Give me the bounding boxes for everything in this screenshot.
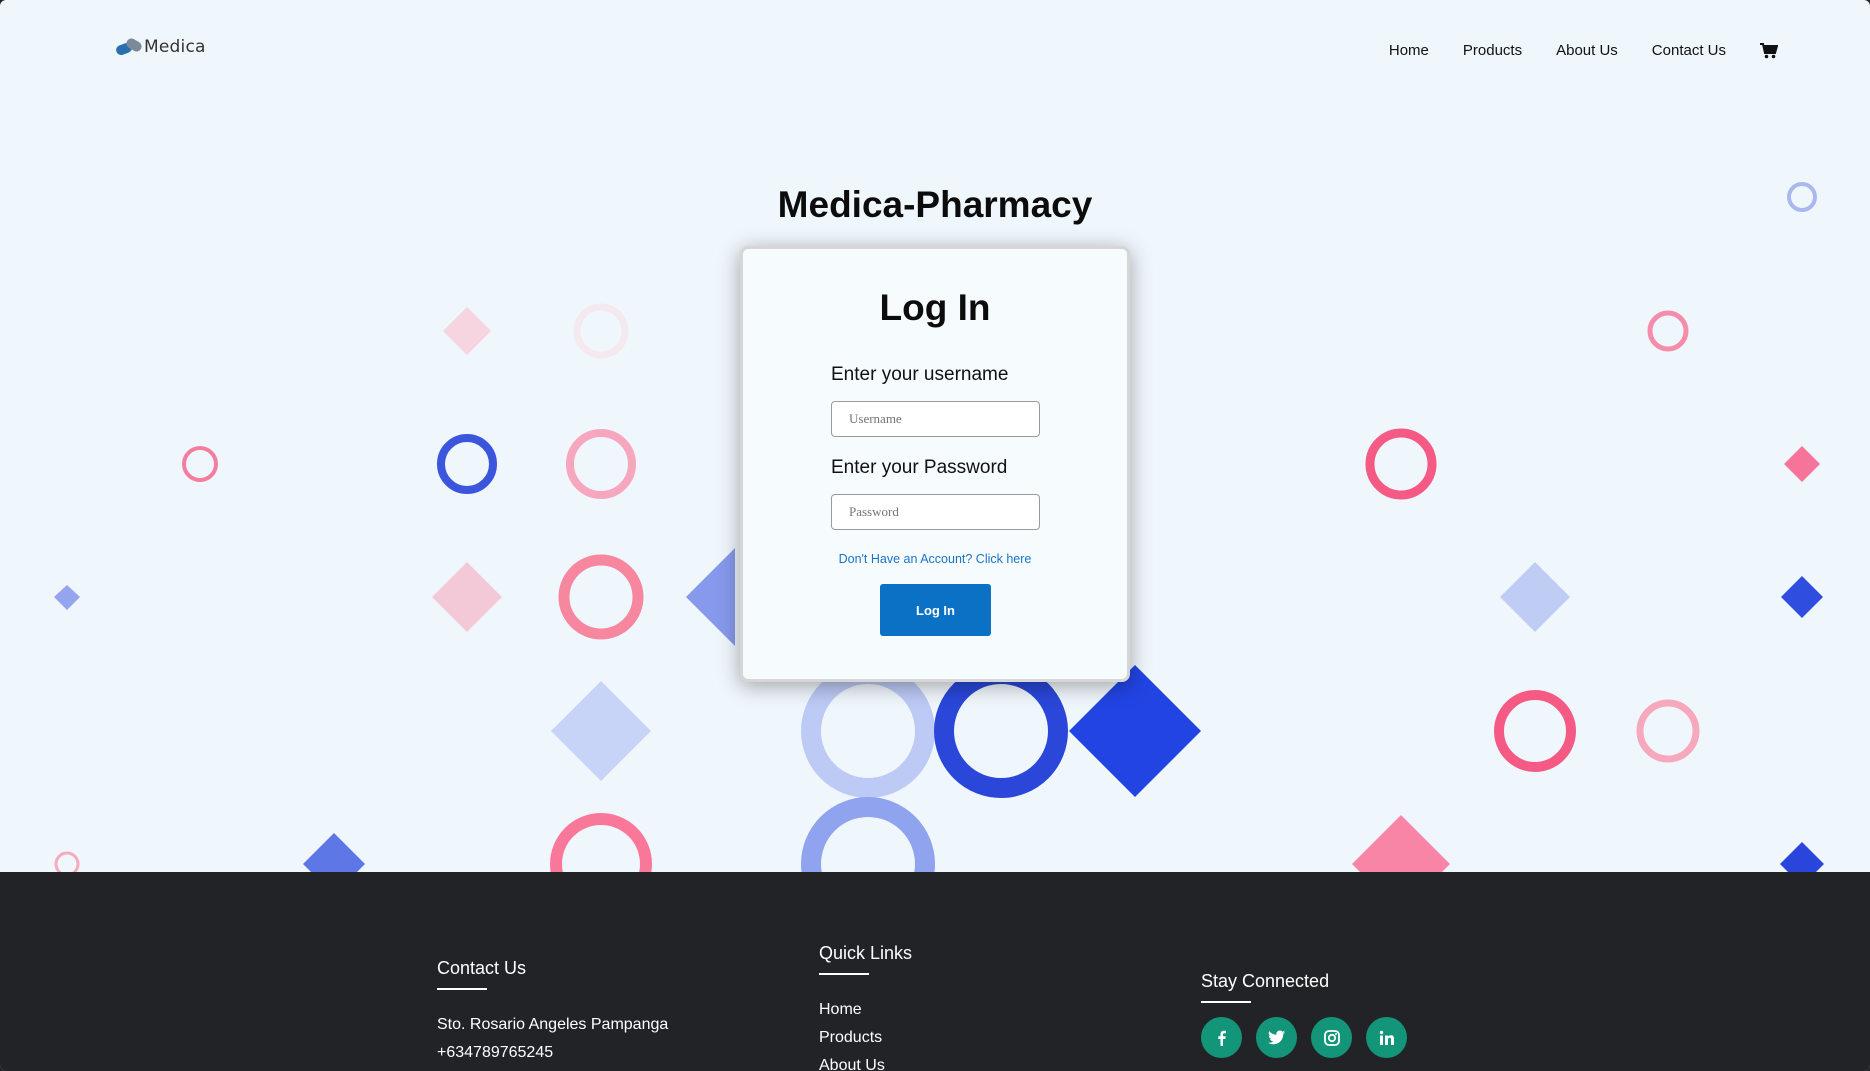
login-card: Log In Enter your username Enter your Pa… <box>740 246 1130 682</box>
twitter-icon[interactable] <box>1256 1017 1297 1058</box>
decor-circle <box>558 554 644 640</box>
footer-links-heading: Quick Links <box>819 943 913 963</box>
cart-icon[interactable] <box>1760 42 1778 59</box>
username-input[interactable] <box>831 401 1040 437</box>
decor-diamond <box>303 833 365 872</box>
footer-address: Sto. Rosario Angeles Pampanga <box>437 1016 669 1033</box>
footer-contact-heading: Contact Us <box>437 958 527 978</box>
username-label: Enter your username <box>831 364 1009 385</box>
login-heading: Log In <box>879 287 991 328</box>
footer-phone: +634789765245 <box>437 1044 554 1061</box>
page: Medica Home Products About Us Contact Us… <box>0 0 1870 1071</box>
decor-diamond <box>1781 576 1823 618</box>
decor-diamond <box>432 562 502 632</box>
decor-circle <box>437 434 497 494</box>
signup-link[interactable]: Don't Have an Account? Click here <box>743 552 1127 566</box>
hero-section: Medica Home Products About Us Contact Us… <box>0 0 1870 872</box>
linkedin-icon[interactable] <box>1366 1017 1407 1058</box>
decor-diamond <box>54 585 80 610</box>
login-button[interactable]: Log In <box>880 584 991 636</box>
instagram-icon[interactable] <box>1311 1017 1352 1058</box>
decor-diamond <box>1780 842 1824 872</box>
decor-circle <box>934 664 1068 798</box>
password-label: Enter your Password <box>831 457 1008 478</box>
decor-circle <box>1647 310 1689 352</box>
decor-circle <box>566 429 636 499</box>
decor-circle <box>1365 428 1437 500</box>
decor-circle <box>1494 690 1576 772</box>
nav-link-about[interactable]: About Us <box>1556 42 1618 59</box>
nav-link-contact[interactable]: Contact Us <box>1652 42 1726 59</box>
footer-social: Stay Connected <box>1201 971 1421 1058</box>
nav-link-home[interactable]: Home <box>1389 42 1429 59</box>
pills-logo-icon <box>114 36 144 58</box>
decor-circle <box>550 813 652 872</box>
decor-circle <box>182 446 218 482</box>
footer-link-products[interactable]: Products <box>819 1029 912 1047</box>
footer-link-about[interactable]: About Us <box>819 1057 912 1071</box>
decor-diamond <box>686 548 735 646</box>
decor-diamond <box>1500 562 1570 632</box>
footer-quick-links: Quick Links Home Products About Us <box>819 943 912 1071</box>
heading-underline <box>437 988 487 990</box>
page-title: Medica-Pharmacy <box>777 184 1093 225</box>
decor-diamond <box>1069 665 1201 797</box>
decor-diamond <box>443 307 491 355</box>
site-logo[interactable]: Medica <box>114 36 206 58</box>
site-footer: Contact Us Sto. Rosario Angeles Pampanga… <box>0 872 1870 1071</box>
social-links <box>1201 1017 1421 1058</box>
decor-diamond <box>1352 815 1450 872</box>
decor-circle <box>573 303 629 359</box>
footer-social-heading: Stay Connected <box>1201 971 1330 991</box>
footer-link-home[interactable]: Home <box>819 1001 912 1019</box>
nav-link-products[interactable]: Products <box>1463 42 1522 59</box>
heading-underline <box>819 973 869 975</box>
footer-contact: Contact Us Sto. Rosario Angeles Pampanga… <box>437 958 668 1062</box>
logo-text: Medica <box>144 37 206 57</box>
decor-circle <box>1636 699 1700 763</box>
decor-circle <box>801 797 935 872</box>
password-input[interactable] <box>831 494 1040 530</box>
decor-diamond <box>551 681 651 781</box>
main-nav: Home Products About Us Contact Us <box>1355 42 1778 59</box>
heading-underline <box>1201 1001 1251 1003</box>
decor-circle <box>801 664 935 798</box>
facebook-icon[interactable] <box>1201 1017 1242 1058</box>
decor-diamond <box>1784 446 1820 482</box>
decor-circle <box>54 851 80 872</box>
